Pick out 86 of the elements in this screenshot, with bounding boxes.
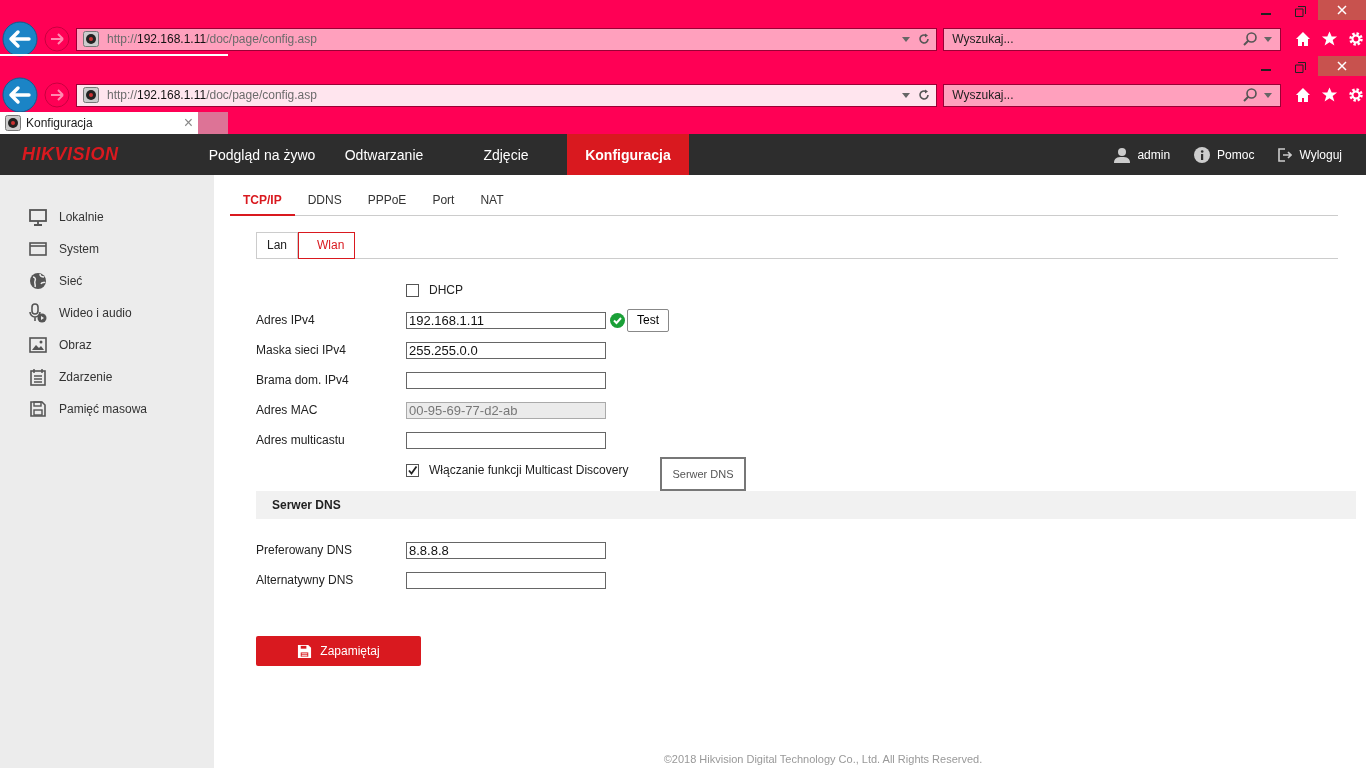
close-icon bbox=[1337, 5, 1347, 15]
search-icon[interactable] bbox=[1243, 87, 1258, 102]
settings-icon[interactable] bbox=[1348, 87, 1364, 103]
camera-icon bbox=[82, 87, 99, 103]
field-label: Maska sieci IPv4 bbox=[256, 343, 348, 357]
star-icon[interactable] bbox=[1321, 87, 1338, 103]
close-button[interactable] bbox=[1318, 0, 1366, 20]
dropdown-icon[interactable] bbox=[1264, 92, 1273, 98]
refresh-icon[interactable] bbox=[918, 33, 931, 45]
image-icon bbox=[29, 337, 47, 353]
user-menu-link[interactable]: Pomoc bbox=[1217, 147, 1255, 162]
back-button[interactable] bbox=[2, 77, 38, 113]
nav-tab[interactable]: Odtwarzanie bbox=[323, 134, 445, 175]
sidebar-item[interactable]: Sieć bbox=[59, 274, 83, 288]
user-icon[interactable] bbox=[1114, 146, 1131, 163]
restore-icon[interactable] bbox=[1295, 6, 1306, 17]
sidebar-item[interactable]: System bbox=[59, 242, 99, 256]
footer-text: ©2018 Hikvision Digital Technology Co., Ltd. All Rights Reserved. bbox=[663, 753, 983, 765]
test-button[interactable]: Test bbox=[627, 308, 669, 332]
checkbox-label: DHCP bbox=[429, 283, 463, 297]
star-icon[interactable] bbox=[1321, 31, 1338, 47]
forward-button[interactable] bbox=[43, 82, 70, 108]
checkbox[interactable] bbox=[406, 283, 419, 297]
field-label: Brama dom. IPv4 bbox=[256, 373, 350, 387]
user-menu-link[interactable]: Wyloguj bbox=[1299, 147, 1342, 162]
tab[interactable]: Port bbox=[419, 188, 468, 215]
logo: HIKVISION bbox=[21, 144, 120, 165]
dropdown-icon[interactable] bbox=[1264, 36, 1273, 42]
tab[interactable]: NAT bbox=[467, 188, 517, 215]
close-icon bbox=[1337, 61, 1347, 71]
tab[interactable]: PPPoE bbox=[354, 188, 420, 215]
close-icon[interactable]: × bbox=[183, 114, 193, 132]
tab[interactable]: DDNS bbox=[294, 188, 355, 215]
home-icon[interactable] bbox=[1295, 31, 1311, 47]
camera-icon bbox=[5, 115, 21, 131]
subtab[interactable]: Wlan bbox=[298, 232, 356, 259]
back-button[interactable] bbox=[2, 21, 38, 57]
sidebar-item[interactable]: Wideo i audio bbox=[59, 306, 132, 320]
field-label: Preferowany DNS bbox=[256, 543, 354, 557]
field-label: Adres IPv4 bbox=[256, 313, 316, 327]
checkbox[interactable] bbox=[406, 463, 419, 477]
input-field[interactable] bbox=[406, 431, 606, 449]
save-button[interactable]: Zapamiętaj bbox=[256, 636, 421, 666]
tooltip: Serwer DNS bbox=[660, 457, 746, 491]
refresh-icon[interactable] bbox=[918, 89, 931, 101]
search-icon[interactable] bbox=[1243, 31, 1258, 46]
field-label: Alternatywny DNS bbox=[256, 573, 355, 587]
microphone-icon bbox=[29, 303, 47, 323]
dropdown-icon[interactable] bbox=[902, 36, 911, 42]
sidebar-item[interactable]: Pamięć masowa bbox=[59, 402, 148, 416]
address-field[interactable]: http://192.168.1.11/doc/page/config.asp bbox=[75, 83, 938, 107]
window-icon bbox=[29, 242, 47, 256]
dropdown-icon[interactable] bbox=[902, 92, 911, 98]
nav-tab[interactable]: Zdjęcie bbox=[445, 134, 567, 175]
input-field[interactable]: 8.8.8.8 bbox=[406, 541, 606, 559]
close-button[interactable] bbox=[1318, 56, 1366, 76]
monitor-icon bbox=[29, 208, 47, 226]
restore-icon[interactable] bbox=[1295, 62, 1306, 73]
sidebar-item[interactable]: Lokalnie bbox=[59, 210, 104, 224]
field-label: Adres MAC bbox=[256, 403, 319, 417]
sidebar-item[interactable]: Zdarzenie bbox=[59, 370, 113, 384]
forward-button[interactable] bbox=[43, 26, 70, 52]
field-label: Adres multicastu bbox=[256, 433, 346, 447]
info-icon[interactable] bbox=[1194, 146, 1211, 163]
user-menu-link[interactable]: admin bbox=[1137, 147, 1171, 162]
search-field[interactable]: Wyszukaj... bbox=[943, 27, 1282, 51]
subtab[interactable]: Lan bbox=[256, 232, 299, 258]
browser-tab[interactable]: Konfiguracja × bbox=[0, 112, 198, 134]
home-icon[interactable] bbox=[1295, 87, 1311, 103]
input-field[interactable] bbox=[406, 571, 606, 589]
search-field[interactable]: Wyszukaj... bbox=[943, 83, 1282, 107]
nav-tab[interactable]: Konfiguracja bbox=[567, 134, 689, 175]
sidebar-item[interactable]: Obraz bbox=[59, 338, 92, 352]
logout-icon[interactable] bbox=[1278, 147, 1293, 162]
input-field[interactable]: 255.255.0.0 bbox=[406, 341, 606, 359]
nav-tab[interactable]: Podgląd na żywo bbox=[201, 134, 323, 175]
globe-icon bbox=[29, 272, 47, 290]
input-field[interactable] bbox=[406, 371, 606, 389]
checkbox-label: Włączanie funkcji Multicast Discovery bbox=[429, 463, 629, 477]
tab[interactable]: TCP/IP bbox=[230, 188, 295, 216]
settings-icon[interactable] bbox=[1348, 31, 1364, 47]
section-header: Serwer DNS bbox=[256, 491, 1356, 519]
address-field[interactable]: http://192.168.1.11/doc/page/config.asp bbox=[75, 27, 938, 51]
calendar-icon bbox=[29, 368, 47, 386]
camera-icon bbox=[82, 31, 99, 47]
input-field[interactable]: 192.168.1.11 bbox=[406, 311, 606, 329]
